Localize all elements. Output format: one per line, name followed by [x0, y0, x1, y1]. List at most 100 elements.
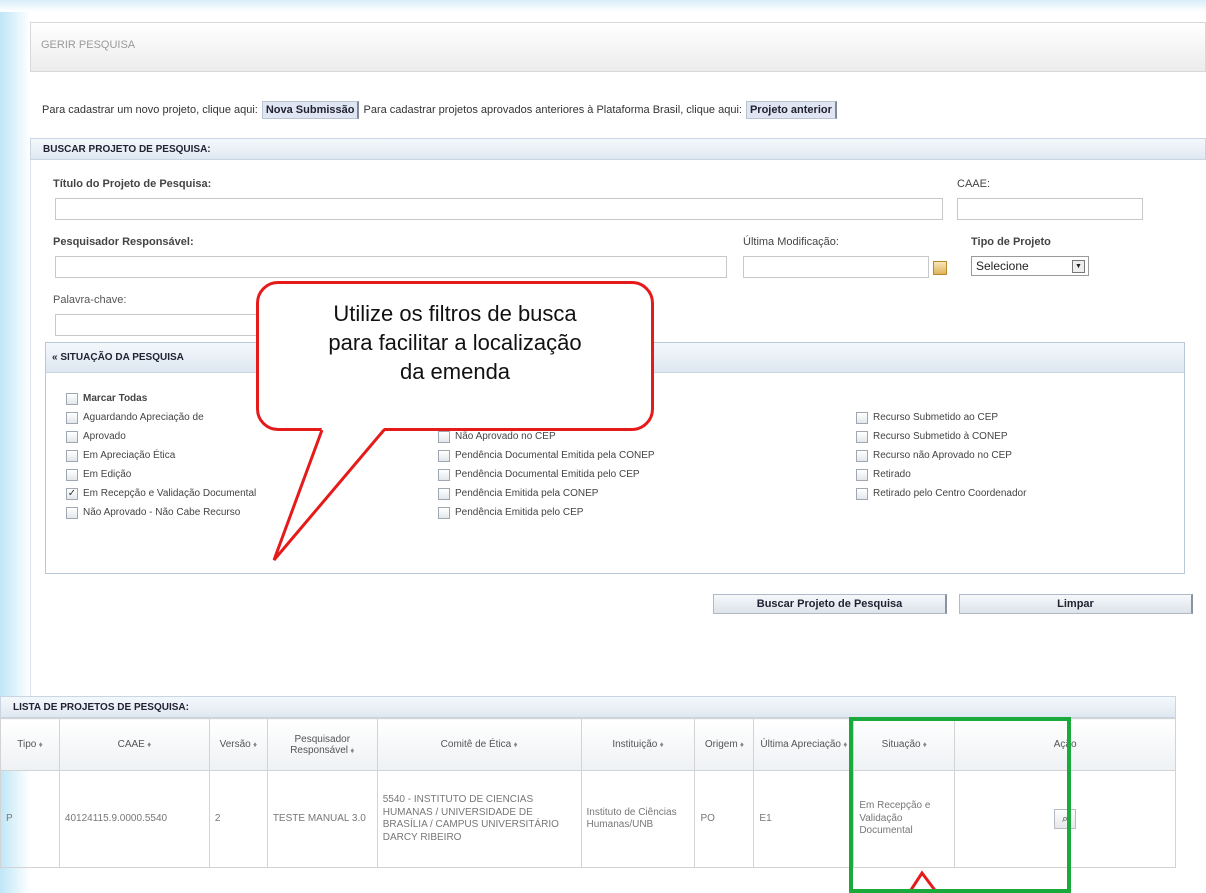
status-option[interactable]: Aguardando Apreciação de: [66, 408, 256, 427]
checkbox-icon[interactable]: [438, 430, 450, 443]
calendar-icon[interactable]: [933, 261, 947, 275]
decorative-top-gradient: [0, 0, 1206, 12]
researcher-input[interactable]: [55, 256, 727, 278]
status-option-label: Aprovado: [83, 431, 126, 442]
status-option[interactable]: Pendência Emitida pela CONEP: [438, 484, 655, 503]
column-header-label: Pesquisador Responsável: [290, 733, 351, 756]
checkbox-icon[interactable]: [856, 449, 868, 462]
checkbox-icon[interactable]: [66, 506, 78, 519]
collapse-icon[interactable]: «: [52, 352, 58, 363]
sort-icon[interactable]: ♦: [841, 740, 847, 749]
project-title-label: Título do Projeto de Pesquisa:: [53, 178, 212, 190]
column-header-label: Tipo: [17, 739, 37, 750]
checkbox-icon[interactable]: [66, 430, 78, 443]
project-type-label: Tipo de Projeto: [971, 236, 1051, 248]
previous-project-text: Para cadastrar projetos aprovados anteri…: [363, 104, 742, 116]
status-option[interactable]: Pendência Documental Emitida pelo CEP: [438, 465, 655, 484]
sort-icon[interactable]: ♦: [36, 740, 43, 749]
sort-icon[interactable]: ♦: [251, 740, 257, 749]
status-column-1: Marcar Todas Aguardando Apreciação de Apr…: [66, 389, 256, 522]
sort-icon[interactable]: ♦: [511, 740, 517, 749]
cell-comite: 5540 - INSTITUTO DE CIENCIAS HUMANAS / U…: [376, 770, 582, 868]
column-header[interactable]: Comitê de Ética ♦: [376, 718, 582, 771]
column-header-label: Última Apreciação: [760, 739, 841, 750]
status-option[interactable]: Retirado pelo Centro Coordenador: [856, 484, 1026, 503]
project-type-select[interactable]: Selecione ▼: [971, 256, 1089, 276]
checkbox-icon[interactable]: [66, 468, 78, 481]
last-modified-label: Última Modificação:: [743, 236, 839, 248]
sort-icon[interactable]: ♦: [921, 740, 927, 749]
search-project-button[interactable]: Buscar Projeto de Pesquisa: [713, 594, 947, 614]
status-option-label: Aguardando Apreciação de: [83, 412, 204, 423]
submission-row: Para cadastrar um novo projeto, clique a…: [30, 100, 1206, 120]
column-header-label: Situação: [881, 739, 921, 750]
checkbox-icon[interactable]: [66, 392, 78, 405]
column-header[interactable]: Última Apreciação ♦: [753, 718, 855, 771]
researcher-label: Pesquisador Responsável:: [53, 236, 194, 248]
sort-icon[interactable]: ♦: [348, 746, 354, 755]
status-option[interactable]: Em Edição: [66, 465, 256, 484]
mark-all-row[interactable]: Marcar Todas: [66, 389, 256, 408]
checkbox-icon[interactable]: [856, 430, 868, 443]
status-option[interactable]: Recurso não Aprovado no CEP: [856, 446, 1026, 465]
checkbox-icon[interactable]: [66, 411, 78, 424]
status-option[interactable]: Pendência Documental Emitida pela CONEP: [438, 446, 655, 465]
status-option[interactable]: Recurso Submetido à CONEP: [856, 427, 1026, 446]
dropdown-arrow-icon[interactable]: ▼: [1072, 260, 1085, 273]
status-option-label: Pendência Documental Emitida pela CONEP: [455, 450, 655, 461]
project-title-input[interactable]: [55, 198, 943, 220]
checkbox-icon[interactable]: [438, 487, 450, 500]
cell-action: ⌕: [954, 770, 1176, 868]
checkbox-icon[interactable]: [66, 449, 78, 462]
status-option-label: Em Recepção e Validação Documental: [83, 488, 257, 499]
last-modified-input[interactable]: [743, 256, 929, 278]
caae-label: CAAE:: [957, 178, 991, 190]
checkbox-icon[interactable]: [438, 468, 450, 481]
column-header-label: Comitê de Ética: [440, 739, 512, 750]
cell-tipo: P: [0, 770, 60, 868]
magnifier-icon[interactable]: ⌕: [1054, 809, 1077, 829]
status-option[interactable]: Em Apreciação Ética: [66, 446, 256, 465]
checkbox-icon[interactable]: [856, 411, 868, 424]
previous-project-button[interactable]: Projeto anterior: [745, 101, 837, 119]
clear-button[interactable]: Limpar: [959, 594, 1193, 614]
sort-icon[interactable]: ♦: [145, 740, 151, 749]
checkbox-icon[interactable]: [438, 449, 450, 462]
column-header-label: Ação: [1053, 739, 1077, 750]
cell-origem: PO: [694, 770, 755, 868]
column-header[interactable]: Tipo ♦: [0, 718, 60, 771]
sort-icon[interactable]: ♦: [657, 740, 664, 749]
caae-input[interactable]: [957, 198, 1143, 220]
column-header[interactable]: Instituição ♦: [580, 718, 696, 771]
column-header-label: CAAE: [117, 739, 145, 750]
status-option[interactable]: Não Aprovado - Não Cabe Recurso: [66, 503, 256, 522]
new-submission-button[interactable]: Nova Submissão: [261, 101, 360, 119]
status-option-label: Retirado: [873, 469, 911, 480]
status-option[interactable]: Retirado: [856, 465, 1026, 484]
status-option-label: Em Edição: [83, 469, 132, 480]
column-header[interactable]: Origem ♦: [694, 718, 755, 771]
column-header[interactable]: Pesquisador Responsável ♦: [266, 718, 378, 771]
status-option-label: Pendência Emitida pelo CEP: [455, 507, 584, 518]
column-header[interactable]: Versão ♦: [208, 718, 268, 771]
cell-ultima-apreciacao: E1: [753, 770, 855, 868]
sort-icon[interactable]: ♦: [738, 740, 744, 749]
column-header[interactable]: CAAE ♦: [58, 718, 210, 771]
cell-pesquisador: TESTE MANUAL 3.0: [266, 770, 378, 868]
status-option[interactable]: Recurso Submetido ao CEP: [856, 408, 1026, 427]
checkbox-icon[interactable]: [438, 506, 450, 519]
column-header[interactable]: Situação ♦: [853, 718, 956, 771]
checkbox-icon[interactable]: [856, 487, 868, 500]
checkbox-icon[interactable]: [856, 468, 868, 481]
cell-situacao: Em Recepção e Validação Documental: [853, 770, 956, 868]
cell-versao: 2: [208, 770, 268, 868]
callout-line-3: da emenda: [399, 359, 511, 384]
status-option-label: Recurso Submetido à CONEP: [873, 431, 1008, 442]
checked-checkbox-icon[interactable]: ✓: [66, 487, 78, 500]
search-form: Título do Projeto de Pesquisa: CAAE: Pes…: [30, 160, 1206, 708]
status-option[interactable]: ✓ Em Recepção e Validação Documental: [66, 484, 256, 503]
mark-all-label: Marcar Todas: [83, 393, 148, 404]
status-option[interactable]: Pendência Emitida pelo CEP: [438, 503, 655, 522]
status-option[interactable]: Aprovado: [66, 427, 256, 446]
page-title-bar: GERIR PESQUISA: [30, 22, 1206, 72]
